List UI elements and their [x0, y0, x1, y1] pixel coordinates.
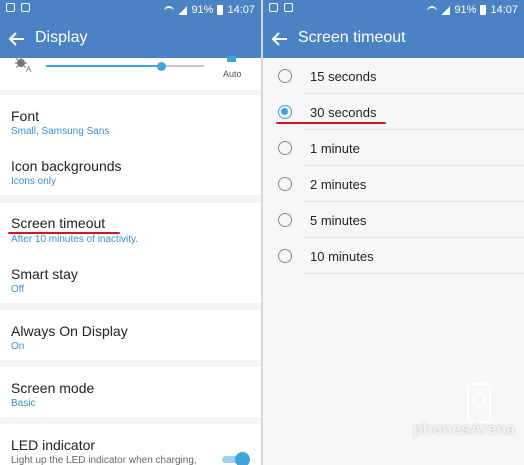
signal-icon — [178, 5, 188, 15]
page-title: Display — [35, 29, 88, 46]
auto-brightness-label: Auto — [223, 69, 242, 79]
settings-item-always-on-display[interactable]: Always On Display On — [0, 310, 261, 360]
settings-item-title: Screen timeout — [11, 215, 106, 231]
settings-item-subtitle: Small, Samsung Sans — [11, 126, 110, 137]
svg-text:A: A — [26, 65, 32, 74]
font-section-card: Font Small, Samsung Sans Icon background… — [0, 95, 261, 195]
timeout-option-label: 15 seconds — [310, 69, 377, 84]
settings-item-screen-timeout[interactable]: Screen timeout After 10 minutes of inact… — [0, 203, 261, 253]
timeout-option-label: 5 minutes — [310, 213, 367, 228]
battery-percent: 91% — [454, 4, 477, 16]
timeout-option-label: 1 minute — [310, 141, 360, 156]
watermark-text: phonesArena — [413, 421, 516, 438]
led-card: LED indicator Light up the LED indicator… — [0, 424, 261, 465]
back-arrow-icon[interactable] — [8, 30, 26, 48]
radio-button[interactable] — [278, 249, 292, 263]
brightness-card: A Auto — [0, 56, 261, 90]
auto-brightness-icon: A — [15, 58, 32, 74]
clock: 14:07 — [227, 4, 255, 16]
brightness-slider-thumb[interactable] — [156, 61, 166, 71]
timeout-option[interactable]: 10 minutes — [263, 238, 524, 274]
wifi-icon — [164, 6, 175, 14]
radio-button[interactable] — [278, 213, 292, 227]
settings-item-subtitle: Icons only — [11, 176, 57, 187]
timeout-option[interactable]: 2 minutes — [263, 166, 524, 202]
brightness-slider-fill — [46, 65, 162, 67]
camera-notification-icon — [284, 3, 293, 12]
brightness-slider[interactable] — [46, 61, 204, 71]
settings-item-subtitle: On — [11, 341, 25, 352]
settings-item-subtitle: Off — [11, 284, 25, 295]
battery-percent: 91% — [191, 4, 214, 16]
always-on-card: Always On Display On — [0, 310, 261, 360]
settings-item-screen-mode[interactable]: Screen mode Basic — [0, 367, 261, 417]
battery-icon — [217, 5, 224, 15]
highlight-underline — [276, 122, 386, 124]
timeout-option[interactable]: 1 minute — [263, 130, 524, 166]
app-bar: Screen timeout — [263, 20, 524, 58]
app-bar: Display — [0, 20, 261, 58]
status-bar: 91% 14:07 — [263, 0, 524, 20]
timeout-option-label: 10 minutes — [310, 249, 374, 264]
screen-mode-card: Screen mode Basic — [0, 367, 261, 417]
screen-timeout-pane: 91% 14:07 Screen timeout 15 seconds 30 s… — [263, 0, 524, 465]
timeout-option-label: 30 seconds — [310, 105, 377, 120]
settings-item-title: Screen mode — [11, 380, 95, 396]
clock: 14:07 — [490, 4, 518, 16]
radio-button[interactable] — [278, 177, 292, 191]
auto-checkbox[interactable] — [227, 56, 236, 62]
signal-icon — [441, 5, 451, 15]
wifi-icon — [427, 6, 438, 14]
timeout-option[interactable]: 5 minutes — [263, 202, 524, 238]
settings-item-title: Font — [11, 108, 40, 124]
settings-item-title: LED indicator — [11, 437, 96, 453]
timeout-option-selected[interactable]: 30 seconds — [263, 94, 524, 130]
status-bar: 91% 14:07 — [0, 0, 261, 20]
radio-button[interactable] — [278, 141, 292, 155]
led-toggle[interactable] — [220, 452, 250, 465]
display-settings-pane: 91% 14:07 Display A Auto Font Small, Sam… — [0, 0, 261, 465]
page-title: Screen timeout — [298, 29, 406, 46]
timeout-option-label: 2 minutes — [310, 177, 367, 192]
settings-item-smart-stay[interactable]: Smart stay Off — [0, 253, 261, 303]
gallery-notification-icon — [6, 3, 15, 12]
settings-item-subtitle: Basic — [11, 398, 36, 409]
settings-item-font[interactable]: Font Small, Samsung Sans — [0, 95, 261, 145]
back-arrow-icon[interactable] — [271, 30, 289, 48]
divider — [304, 273, 524, 274]
radio-button-selected[interactable] — [278, 105, 292, 119]
settings-item-title: Smart stay — [11, 266, 78, 282]
settings-item-subtitle: Light up the LED indicator when charging… — [11, 455, 197, 465]
gallery-notification-icon — [269, 3, 278, 12]
camera-notification-icon — [21, 3, 30, 12]
settings-item-led-indicator[interactable]: LED indicator Light up the LED indicator… — [0, 424, 261, 465]
radio-button[interactable] — [278, 69, 292, 83]
battery-icon — [480, 5, 487, 15]
timeout-option[interactable]: 15 seconds — [263, 58, 524, 94]
settings-item-title: Icon backgrounds — [11, 158, 122, 174]
timeout-section-card: Screen timeout After 10 minutes of inact… — [0, 203, 261, 303]
settings-item-subtitle: After 10 minutes of inactivity. — [11, 234, 139, 245]
settings-item-icon-backgrounds[interactable]: Icon backgrounds Icons only — [0, 145, 261, 195]
settings-item-title: Always On Display — [11, 323, 128, 339]
